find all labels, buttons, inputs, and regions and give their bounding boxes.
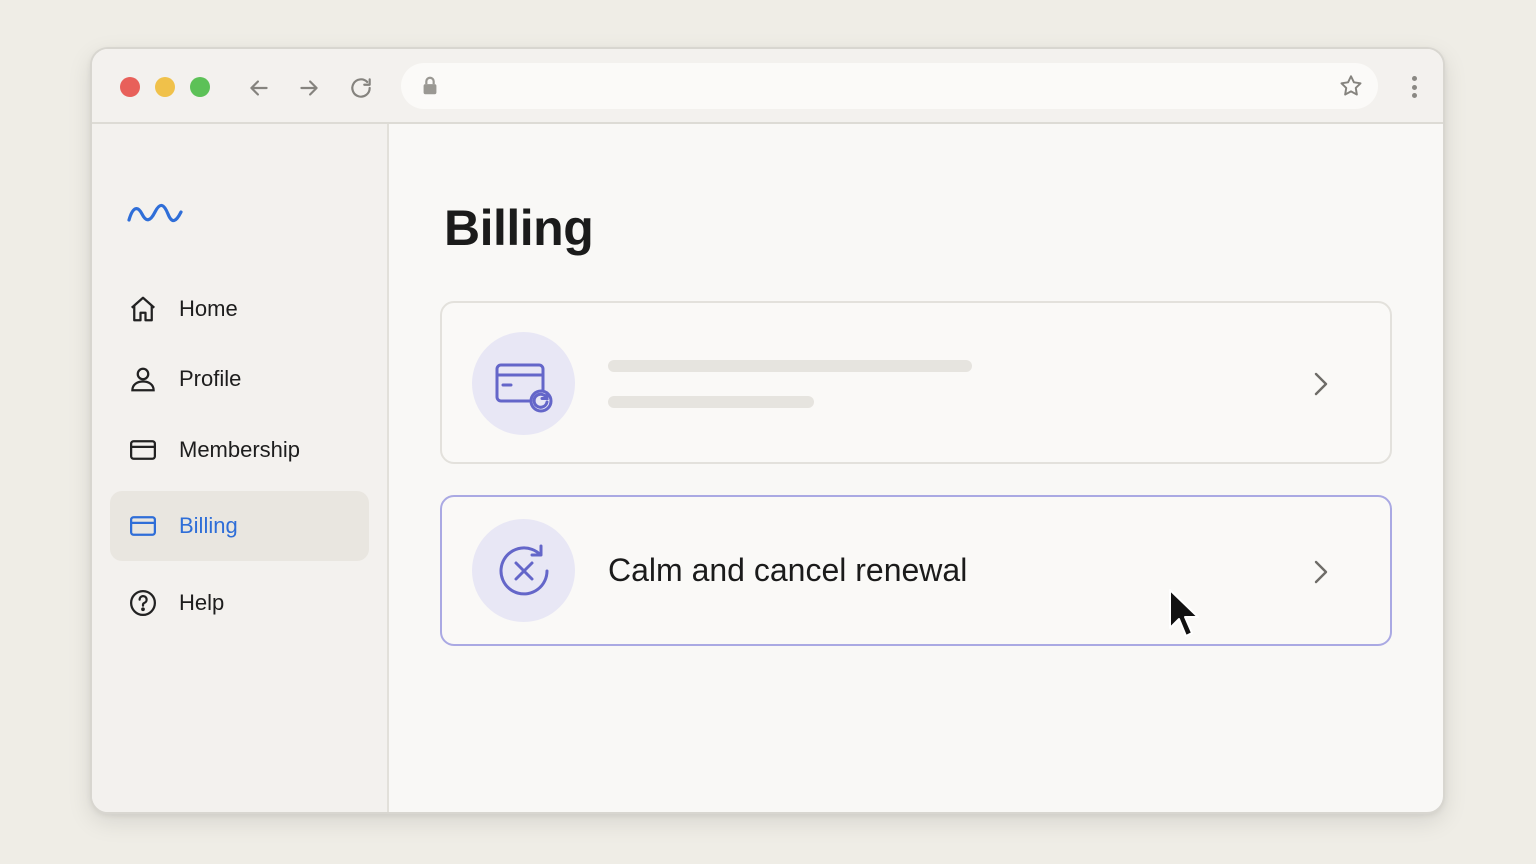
lock-icon	[423, 76, 437, 95]
page-title: Billing	[444, 200, 594, 256]
browser-toolbar	[92, 49, 1443, 124]
star-icon[interactable]	[1338, 73, 1364, 99]
reload-button[interactable]	[346, 73, 376, 103]
help-circle-icon	[130, 590, 156, 616]
sidebar-item-label: Membership	[179, 437, 301, 462]
back-button[interactable]	[244, 73, 274, 103]
close-window-button[interactable]	[120, 77, 140, 97]
sidebar-item-membership[interactable]: Membership	[110, 415, 369, 485]
skeleton-line	[608, 360, 972, 372]
sidebar-item-label: Profile	[179, 366, 242, 391]
wave-logo-icon	[127, 203, 183, 223]
cancel-renewal-icon	[499, 544, 548, 595]
card-icon	[130, 440, 156, 460]
arrow-left-icon	[250, 80, 268, 96]
sidebar-item-label: Billing	[179, 513, 238, 538]
card-icon-circle	[472, 519, 575, 622]
sidebar-item-help[interactable]: Help	[110, 568, 369, 638]
sidebar-item-label: Home	[179, 296, 238, 321]
address-bar[interactable]	[401, 63, 1378, 109]
arrow-right-icon	[300, 80, 318, 96]
sidebar-item-home[interactable]: Home	[110, 274, 369, 344]
reload-icon	[351, 78, 371, 98]
minimize-window-button[interactable]	[155, 77, 175, 97]
card-renew-icon	[495, 363, 552, 412]
chevron-right-icon	[1314, 372, 1328, 396]
card-icon	[130, 516, 156, 536]
sidebar-item-profile[interactable]: Profile	[110, 344, 369, 414]
skeleton-line	[608, 396, 814, 408]
forward-button[interactable]	[294, 73, 324, 103]
sidebar-item-billing[interactable]: Billing	[110, 491, 369, 561]
chevron-right-icon	[1314, 560, 1328, 584]
sidebar: Home Profile Membership Billing Help	[92, 124, 389, 812]
home-icon	[131, 296, 155, 322]
browser-window: Home Profile Membership Billing Help Bil…	[90, 47, 1445, 814]
sidebar-item-label: Help	[179, 590, 225, 615]
card-icon-circle	[472, 332, 575, 435]
billing-card-loading[interactable]	[440, 301, 1392, 464]
url-input[interactable]	[453, 76, 1318, 94]
cancel-renewal-card[interactable]: Calm and cancel renewal	[440, 495, 1392, 646]
more-vertical-icon[interactable]	[1409, 73, 1419, 101]
maximize-window-button[interactable]	[190, 77, 210, 97]
card-title: Calm and cancel renewal	[608, 552, 968, 588]
user-icon	[131, 367, 155, 392]
